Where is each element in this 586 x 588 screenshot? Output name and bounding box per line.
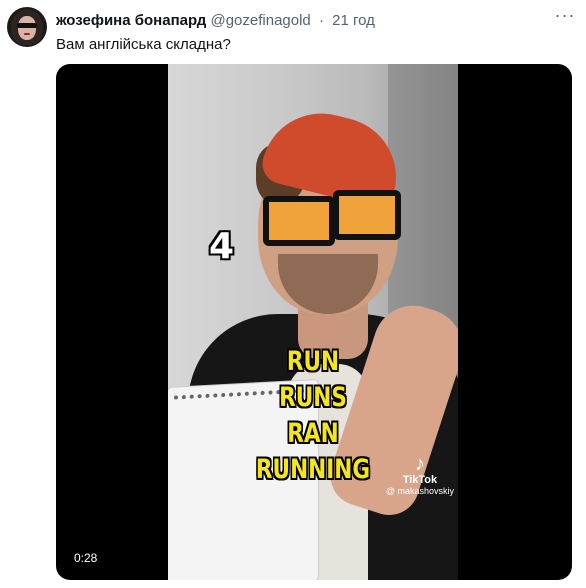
- tweet-text: Вам англійська складна?: [56, 36, 231, 53]
- tweet-header: жозефина бонапард @gozefinagold · 21 год: [56, 12, 375, 29]
- overlay-word: RUN: [286, 346, 340, 377]
- tiktok-user: @ makashovskiy: [385, 486, 454, 496]
- tiktok-brand: TikTok: [402, 474, 438, 486]
- separator: ·: [318, 12, 324, 29]
- sunglasses-left: [263, 196, 335, 246]
- author-name[interactable]: жозефина бонапард: [56, 12, 206, 29]
- more-dots-icon[interactable]: ···: [554, 6, 576, 28]
- overlay-word: RUNS: [279, 382, 347, 413]
- overlay-number: 4: [209, 226, 235, 267]
- tweet-time[interactable]: 21 год: [332, 12, 375, 29]
- tiktok-watermark: ♪ TikTok @ makashovskiy: [386, 454, 454, 496]
- author-handle[interactable]: @gozefinagold: [210, 12, 310, 29]
- video-frame[interactable]: 4 RUN RUNS RAN RUNNING ♪ TikTok @ makash…: [168, 64, 458, 580]
- avatar[interactable]: [7, 7, 47, 47]
- video-duration: 0:28: [74, 551, 98, 565]
- overlay-word: RAN: [287, 418, 339, 449]
- tiktok-icon: ♪: [414, 453, 425, 475]
- sunglasses-right: [333, 190, 401, 240]
- video-player[interactable]: 4 RUN RUNS RAN RUNNING ♪ TikTok @ makash…: [56, 64, 572, 580]
